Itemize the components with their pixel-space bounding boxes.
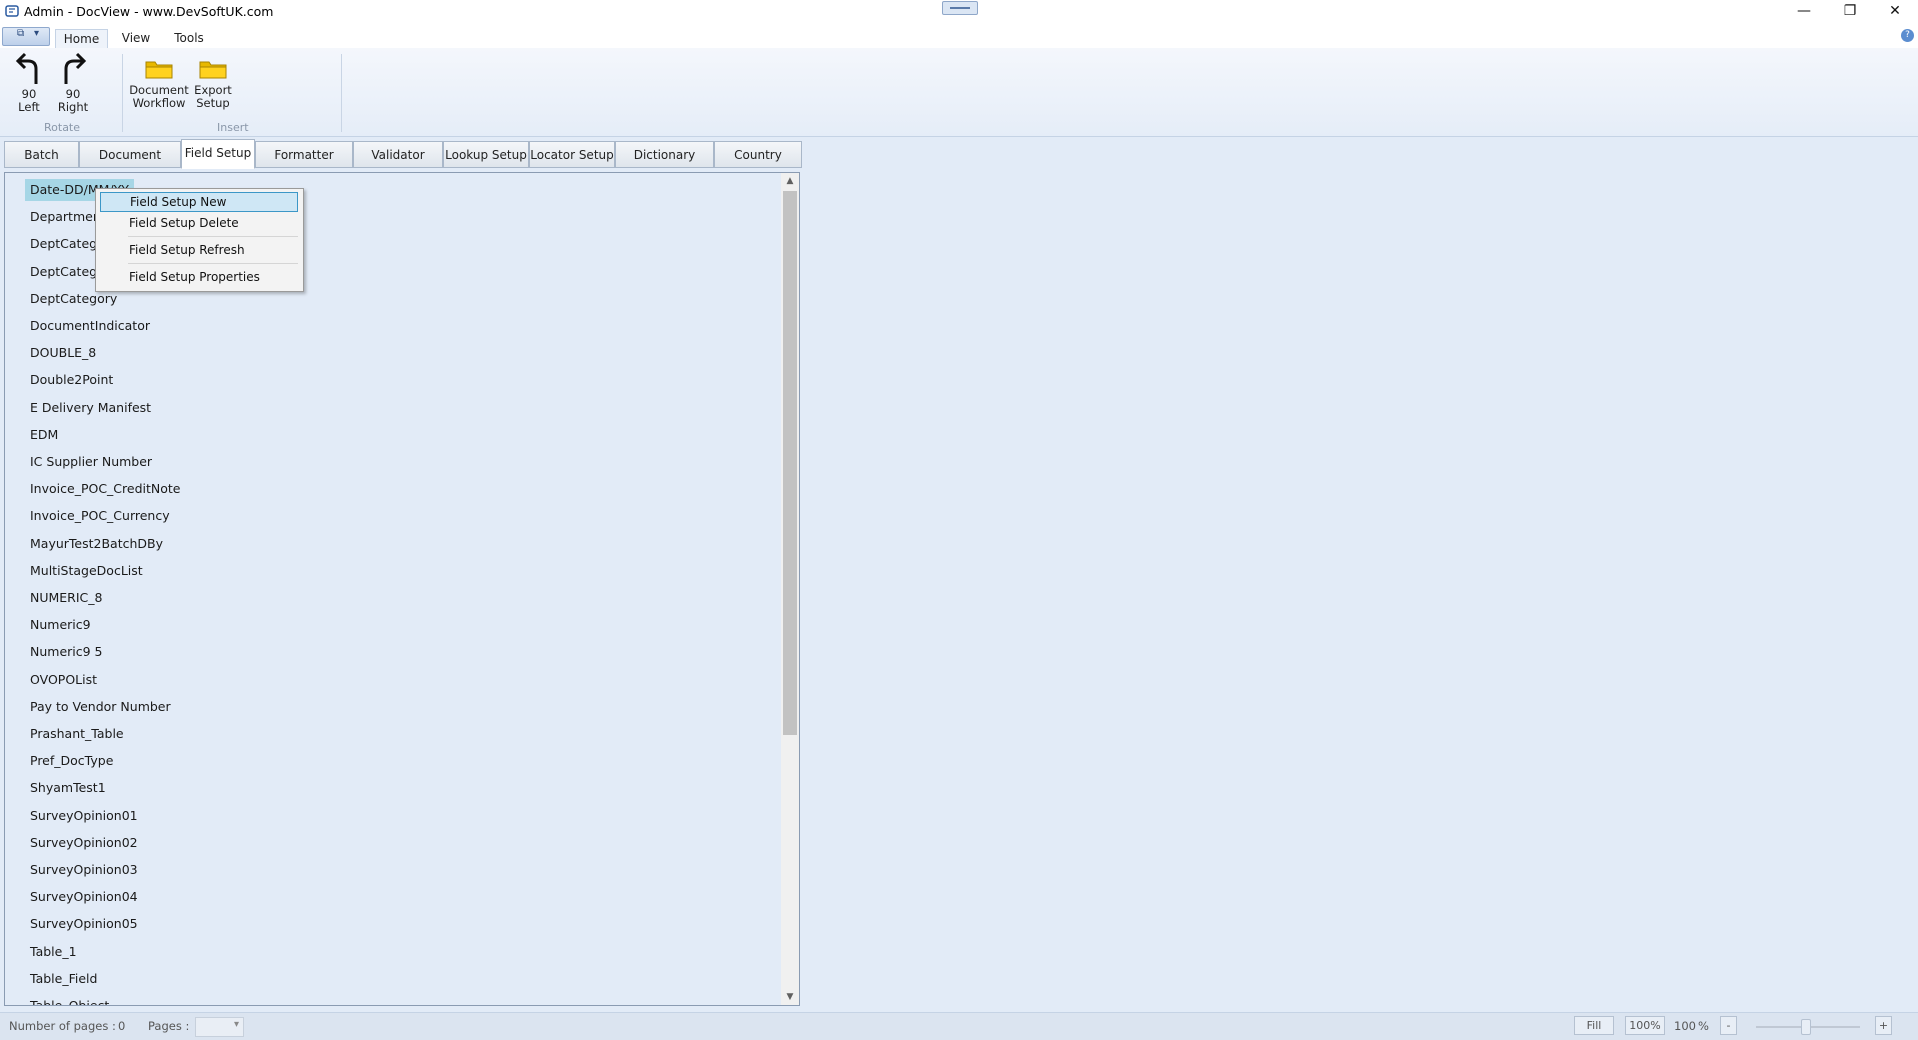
list-item[interactable]: Invoice_POC_Currency	[25, 505, 175, 527]
folder-icon	[145, 61, 173, 79]
list-item[interactable]: IC Supplier Number	[25, 451, 157, 473]
tab-batch-setup[interactable]: Batch Setup	[4, 141, 79, 188]
list-item[interactable]: Numeric9	[25, 614, 96, 636]
menu-item-field-setup-refresh[interactable]: Field Setup Refresh	[100, 241, 298, 261]
menu-separator	[128, 236, 298, 237]
list-item[interactable]: Invoice_POC_CreditNote	[25, 478, 185, 500]
tab-view[interactable]: View	[112, 29, 160, 48]
menu-item-field-setup-delete[interactable]: Field Setup Delete	[100, 214, 298, 234]
app-icon[interactable]	[5, 4, 19, 18]
tab-dictionary-setup[interactable]: Dictionary Setup	[615, 141, 714, 188]
document-workflow-label-2: Workflow	[132, 96, 186, 110]
drag-handle[interactable]	[942, 1, 978, 15]
list-item[interactable]: SurveyOpinion04	[25, 886, 143, 908]
rotate-right-icon	[64, 52, 87, 84]
ribbon-panel: 90 Left 90 Right Rotate Document Workflo…	[0, 48, 1918, 137]
list-item[interactable]: Table_1	[25, 941, 82, 963]
tab-formatter-setup[interactable]: Formatter Setup	[255, 141, 353, 188]
zoom-out-button[interactable]: -	[1720, 1016, 1737, 1035]
list-item[interactable]: E Delivery Manifest	[25, 397, 156, 419]
menu-item-label: Field Setup Refresh	[129, 243, 245, 257]
minimize-button[interactable]: —	[1781, 0, 1827, 24]
group-separator	[122, 54, 123, 132]
menu-item-label: Field Setup New	[130, 195, 227, 209]
pages-count-value: 0	[118, 1019, 126, 1033]
menu-item-label: Field Setup Properties	[129, 270, 260, 284]
app-menu-icon: ⧉	[17, 28, 25, 39]
pages-select[interactable]	[195, 1017, 244, 1037]
application-menu-button[interactable]: ⧉ ▾	[2, 27, 50, 46]
rotate-right-label-2: Right	[57, 100, 89, 114]
tab-lookup-setup[interactable]: Lookup Setup	[443, 141, 529, 168]
field-list[interactable]: Date-DD/MM/YY Department DeptCategory DeptC…	[4, 172, 800, 1006]
folder-icon	[199, 61, 227, 79]
list-item[interactable]: DOUBLE_8	[25, 342, 101, 364]
window-title: Admin - DocView - www.DevSoftUK.com	[24, 4, 274, 19]
group-label-rotate: Rotate	[44, 121, 81, 134]
list-item[interactable]: MayurTest2BatchDBy	[25, 533, 168, 555]
zoom-unit: %	[1698, 1019, 1709, 1033]
rotate-left-button[interactable]: 90 Left	[10, 52, 48, 114]
export-setup-button[interactable]: Export Setup	[192, 52, 234, 110]
group-label-insert: Insert	[217, 121, 249, 134]
list-item[interactable]: SurveyOpinion05	[25, 913, 143, 935]
tab-home[interactable]: Home	[55, 29, 108, 49]
title-bar: Admin - DocView - www.DevSoftUK.com — ❐ …	[0, 0, 1918, 24]
close-button[interactable]: ✕	[1872, 0, 1918, 24]
rotate-right-button[interactable]: 90 Right	[54, 52, 92, 114]
restore-button[interactable]: ❐	[1827, 0, 1873, 24]
list-item[interactable]: SurveyOpinion01	[25, 805, 143, 827]
list-item[interactable]: ShyamTest1	[25, 777, 111, 799]
export-setup-label-2: Setup	[196, 96, 230, 110]
zoom-value: 100	[1674, 1019, 1696, 1033]
menu-item-field-setup-new[interactable]: Field Setup New	[100, 192, 298, 212]
list-item[interactable]: MultiStageDocList	[25, 560, 148, 582]
document-workflow-button[interactable]: Document Workflow	[128, 52, 190, 110]
list-item[interactable]: NUMERIC_8	[25, 587, 108, 609]
list-item[interactable]: EDM	[25, 424, 63, 446]
tab-country-setup[interactable]: Country Setup	[714, 141, 802, 188]
group-separator	[341, 54, 342, 132]
vertical-scrollbar[interactable]: ▲ ▼	[781, 173, 799, 1005]
tab-validator-setup[interactable]: Validator Setup	[353, 141, 443, 188]
menu-item-field-setup-properties[interactable]: Field Setup Properties	[100, 268, 298, 288]
zoom-100-button[interactable]: 100%	[1625, 1016, 1665, 1035]
ribbon-tab-strip: ⧉ ▾ Home View Tools ?	[0, 24, 1918, 49]
pages-label: Pages :	[148, 1019, 190, 1033]
list-item[interactable]: Table_Object	[25, 995, 114, 1005]
menu-separator	[128, 263, 298, 264]
tab-locator-setup[interactable]: Locator Setup	[529, 141, 615, 168]
zoom-slider-thumb[interactable]	[1801, 1019, 1811, 1035]
tab-field-setup[interactable]: Field Setup	[181, 139, 255, 169]
fill-button[interactable]: Fill	[1574, 1016, 1614, 1035]
chevron-down-icon: ▾	[34, 28, 40, 39]
status-bar: Number of pages : 0 Pages : Fill 100% 10…	[0, 1012, 1918, 1040]
list-item[interactable]: Table_Field	[25, 968, 102, 990]
list-item[interactable]: Pref_DocType	[25, 750, 118, 772]
rotate-left-label-2: Left	[18, 100, 40, 114]
list-item[interactable]: Numeric9 5	[25, 641, 108, 663]
list-item[interactable]: OVOPOList	[25, 669, 102, 691]
rotate-left-icon	[15, 52, 38, 84]
list-item[interactable]: SurveyOpinion03	[25, 859, 143, 881]
menu-item-label: Field Setup Delete	[129, 216, 239, 230]
list-item[interactable]: SurveyOpinion02	[25, 832, 143, 854]
pages-count-label: Number of pages :	[9, 1019, 116, 1033]
zoom-in-button[interactable]: +	[1875, 1016, 1892, 1035]
scroll-down-icon[interactable]: ▼	[781, 989, 799, 1005]
list-item[interactable]: DocumentIndicator	[25, 315, 155, 337]
help-icon[interactable]: ?	[1901, 29, 1914, 42]
scroll-up-icon[interactable]: ▲	[781, 173, 799, 189]
list-item[interactable]: Prashant_Table	[25, 723, 129, 745]
list-item[interactable]: Double2Point	[25, 369, 118, 391]
context-menu: Field Setup New Field Setup Delete Field…	[95, 188, 304, 292]
tab-document-setup[interactable]: Document Setup	[79, 141, 181, 188]
tab-tools[interactable]: Tools	[166, 29, 212, 48]
scrollbar-thumb[interactable]	[783, 191, 797, 735]
list-item[interactable]: Pay to Vendor Number	[25, 696, 176, 718]
